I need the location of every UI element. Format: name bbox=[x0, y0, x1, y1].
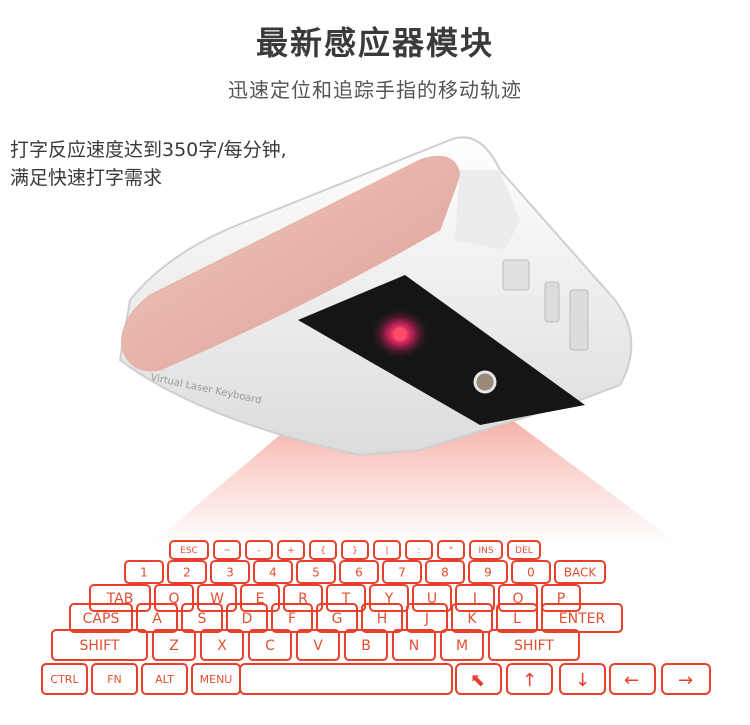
key-label-4-4: V bbox=[313, 638, 323, 654]
key-label-1-8: 9 bbox=[484, 565, 492, 579]
key-label-4-2: X bbox=[217, 638, 227, 654]
key-label-3-4: F bbox=[288, 611, 296, 627]
key-label-1-5: 6 bbox=[355, 565, 363, 579]
key-label-1-4: 5 bbox=[312, 565, 320, 579]
key-label-4-8: SHIFT bbox=[514, 638, 554, 654]
key-label-0-6: | bbox=[385, 546, 388, 556]
port-slot-2 bbox=[544, 281, 560, 323]
key-label-0-10: DEL bbox=[515, 546, 533, 556]
key-label-4-0: SHIFT bbox=[80, 638, 120, 654]
arrow-right-icon: → bbox=[678, 670, 693, 691]
arrow-up-icon: ↑ bbox=[522, 670, 537, 691]
key-label-0-2: - bbox=[257, 546, 260, 556]
key-label-0-7: : bbox=[417, 546, 420, 556]
port-slot-3 bbox=[569, 289, 589, 351]
key-label-0-0: ESC bbox=[180, 546, 198, 556]
key-label-0-8: " bbox=[449, 546, 453, 556]
key-label-0-9: INS bbox=[478, 546, 493, 556]
key-label-0-5: } bbox=[352, 546, 358, 556]
laser-emitter-core bbox=[393, 327, 407, 341]
key-label-3-0: CAPS bbox=[83, 611, 120, 627]
laser-keyboard-device: Virtual Laser Keyboard bbox=[118, 136, 633, 457]
key-label-4-6: N bbox=[409, 638, 419, 654]
key-label-3-6: H bbox=[377, 611, 388, 627]
product-illustration: Virtual Laser Keyboard ESC ~ - + {} |: " INS DEL… bbox=[41, 136, 711, 695]
key-label-5-2: ALT bbox=[155, 673, 174, 686]
key-label-4-3: C bbox=[265, 638, 275, 654]
sensor-lens bbox=[473, 370, 497, 394]
key-label-1-1: 2 bbox=[183, 565, 191, 579]
key-label-3-10: ENTER bbox=[559, 611, 606, 627]
key-label-0-4: { bbox=[320, 546, 326, 556]
key-label-3-2: S bbox=[198, 611, 207, 627]
key-label-1-10: BACK bbox=[564, 565, 598, 579]
key-label-1-6: 7 bbox=[398, 565, 406, 579]
key-label-3-3: D bbox=[242, 611, 253, 627]
key-label-3-5: G bbox=[332, 611, 343, 627]
key-label-1-3: 4 bbox=[269, 565, 277, 579]
key-label-5-1: FN bbox=[107, 673, 122, 686]
key-label-3-9: L bbox=[513, 611, 521, 627]
key-label-1-2: 3 bbox=[226, 565, 234, 579]
arrow-down-icon: ↓ bbox=[575, 670, 590, 691]
arrow-glyphs: ⬉ ↑ ↓ ← → bbox=[470, 670, 693, 691]
arrow-left-icon: ← bbox=[624, 670, 639, 691]
key-label-4-5: B bbox=[361, 638, 371, 654]
key-label-0-1: ~ bbox=[223, 546, 231, 556]
key-label-5-0: CTRL bbox=[50, 673, 79, 686]
corner-arrow-icon: ⬉ bbox=[470, 670, 485, 691]
key-label-3-7: J bbox=[424, 611, 429, 627]
port-slot-1 bbox=[502, 259, 530, 291]
key-label-4-7: M bbox=[456, 638, 468, 654]
key-label-0-3: + bbox=[287, 546, 295, 556]
key-label-1-7: 8 bbox=[441, 565, 449, 579]
key-label-3-1: A bbox=[152, 611, 162, 627]
key-label-1-9: 0 bbox=[527, 565, 535, 579]
key-label-5-3: MENU bbox=[200, 673, 233, 686]
space-key bbox=[239, 663, 453, 695]
key-label-4-1: Z bbox=[169, 638, 179, 654]
key-label-1-0: 1 bbox=[140, 565, 148, 579]
key-label-3-8: K bbox=[467, 611, 477, 627]
